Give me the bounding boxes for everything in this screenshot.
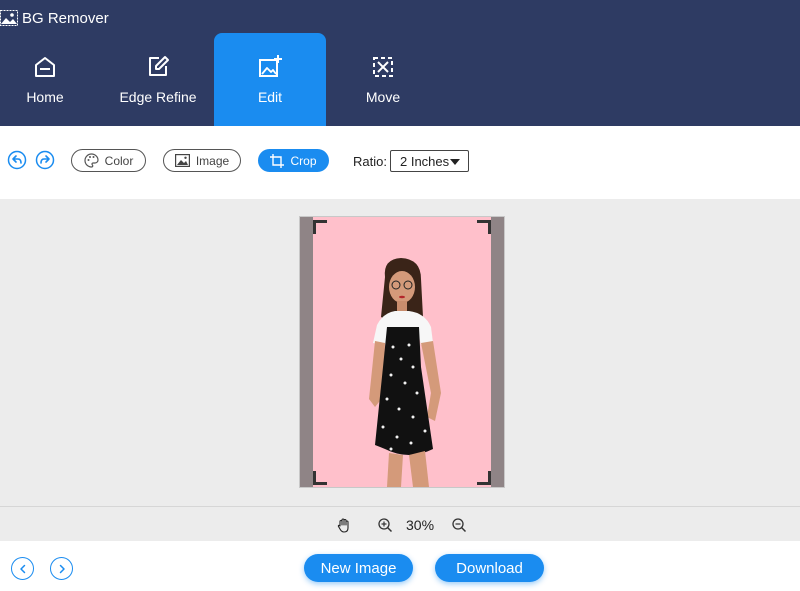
download-button[interactable]: Download: [435, 554, 544, 582]
chevron-right-icon: [59, 564, 65, 573]
nav-edge-refine[interactable]: Edge Refine: [104, 33, 212, 126]
prev-button[interactable]: [11, 557, 34, 580]
app-title: BG Remover: [22, 9, 109, 27]
hand-icon[interactable]: [336, 517, 352, 533]
nav-move[interactable]: Move: [338, 33, 428, 126]
crop-button-label: Crop: [290, 153, 317, 168]
image-logo-icon: [0, 10, 18, 26]
edit-pencil-icon: [149, 56, 169, 76]
canvas-frame: [299, 216, 505, 488]
footer-bar: New Image Download: [0, 541, 800, 591]
image-button-label: Image: [195, 153, 230, 168]
ratio-dropdown[interactable]: 2 Inches: [390, 150, 469, 172]
nav-move-label: Move: [365, 89, 401, 105]
color-button-label: Color: [104, 153, 134, 168]
zoom-level: 30%: [406, 517, 435, 533]
chevron-left-icon: [19, 564, 25, 573]
zoom-in-icon[interactable]: [377, 517, 393, 533]
image-button[interactable]: Image: [163, 149, 241, 172]
nav-edit[interactable]: Edit: [214, 33, 326, 126]
subject-photo: [369, 258, 441, 487]
crop-icon: [270, 153, 285, 168]
crop-handle-bottom-left[interactable]: [313, 471, 327, 485]
move-arrows-icon: [373, 57, 393, 77]
nav-home[interactable]: Home: [0, 33, 90, 126]
crop-handle-top-left[interactable]: [313, 220, 327, 234]
zoom-bar: 30%: [0, 506, 800, 541]
edit-toolbar: Color Image Crop Ratio: 2 Inches: [0, 126, 800, 199]
palette-icon: [84, 153, 99, 168]
canvas-workspace: [0, 199, 800, 506]
nav-edge-refine-label: Edge Refine: [119, 89, 197, 105]
crop-button[interactable]: Crop: [258, 149, 329, 172]
nav-edit-label: Edit: [257, 89, 283, 105]
image-edit-icon: [259, 55, 282, 77]
picture-icon: [174, 154, 190, 167]
ratio-value: 2 Inches: [400, 153, 450, 169]
main-nav: Home Edge Refine Edit Move: [0, 33, 800, 126]
crop-handle-top-right[interactable]: [477, 220, 491, 234]
app-header: BG Remover Home Edge Refine Edit Move: [0, 0, 800, 126]
caret-down-icon: [450, 159, 460, 165]
color-button[interactable]: Color: [71, 149, 146, 172]
zoom-out-icon[interactable]: [451, 517, 467, 533]
nav-home-label: Home: [26, 89, 64, 105]
ratio-label: Ratio:: [353, 154, 387, 169]
undo-icon[interactable]: [7, 150, 27, 170]
app-title-bar: BG Remover: [0, 8, 109, 28]
crop-handle-bottom-right[interactable]: [477, 471, 491, 485]
home-icon: [35, 57, 55, 77]
redo-icon[interactable]: [35, 150, 55, 170]
crop-area[interactable]: [313, 217, 491, 487]
new-image-button[interactable]: New Image: [304, 554, 413, 582]
next-button[interactable]: [50, 557, 73, 580]
